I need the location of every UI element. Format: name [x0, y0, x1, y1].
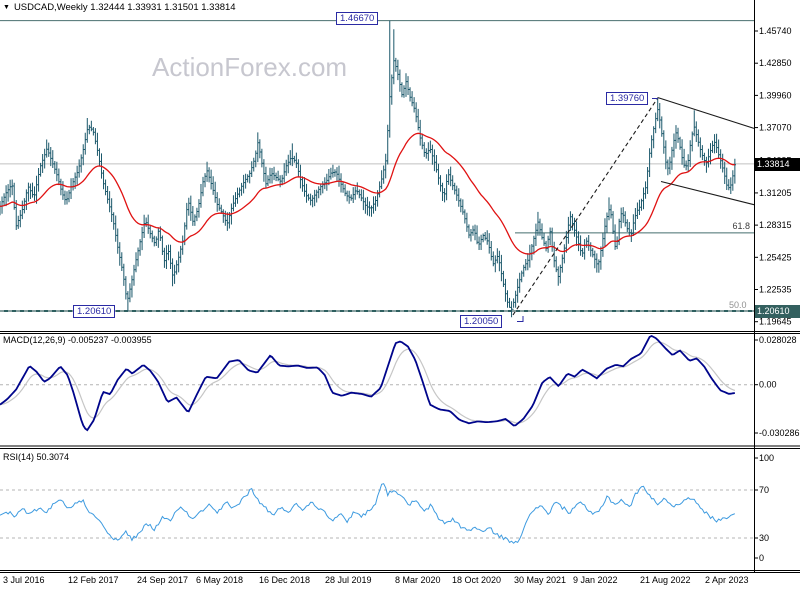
- annotation-level-2017-low[interactable]: 1.20610: [73, 305, 116, 318]
- rsi-axis-label: 100: [759, 453, 774, 463]
- price-axis-label: 1.22535: [759, 285, 792, 295]
- macd-axis-label: 0.00: [759, 380, 777, 390]
- date-axis-label: 18 Oct 2020: [452, 575, 501, 585]
- annotation-high-2022[interactable]: 1.39760: [606, 92, 649, 105]
- date-axis-label: 24 Sep 2017: [137, 575, 188, 585]
- macd-main-line: [0, 335, 735, 432]
- price-chart-canvas[interactable]: 1.457401.428501.399601.370701.340951.312…: [0, 0, 800, 600]
- price-axis-label: 1.19645: [759, 317, 792, 327]
- symbol-dropdown[interactable]: ▼ USDCAD,Weekly 1.32444 1.33931 1.31501 1…: [3, 2, 236, 13]
- annotation-high-2020[interactable]: 1.46670: [336, 12, 379, 25]
- date-axis-label: 30 May 2021: [514, 575, 566, 585]
- date-axis-label: 9 Jan 2022: [573, 575, 618, 585]
- price-axis-label: 1.37070: [759, 123, 792, 133]
- price-axis-label: 1.31205: [759, 188, 792, 198]
- price-axis-label: 1.39960: [759, 90, 792, 100]
- annotation-low-2021[interactable]: 1.20050: [460, 315, 503, 328]
- price-axis-label: 1.25425: [759, 252, 792, 262]
- rsi-axis-label: 0: [759, 553, 764, 563]
- date-axis-label: 3 Jul 2016: [3, 575, 45, 585]
- date-axis-label: 12 Feb 2017: [68, 575, 119, 585]
- date-axis-label: 28 Jul 2019: [325, 575, 372, 585]
- ohlc-bars: [0, 20, 736, 318]
- rsi-axis-label: 70: [759, 485, 769, 495]
- annotation-connector-12005: [517, 316, 524, 322]
- chart-window: 1.457401.428501.399601.370701.340951.312…: [0, 0, 800, 600]
- watermark: ActionForex.com: [152, 52, 348, 82]
- moving-average-line: [0, 132, 735, 255]
- price-axis-label: 1.45740: [759, 26, 792, 36]
- macd-indicator-header: MACD(12,26,9) -0.005237 -0.003955: [3, 335, 152, 345]
- macd-signal-line: [0, 341, 736, 424]
- macd-axis-label: 0.028028: [759, 335, 797, 345]
- date-axis-label: 6 May 2018: [196, 575, 243, 585]
- macd-axis-label: -0.030286: [759, 428, 800, 438]
- current-price-axis-box: 1.33814: [755, 158, 800, 171]
- date-axis-label: 2 Apr 2023: [705, 575, 749, 585]
- rsi-axis-label: 30: [759, 533, 769, 543]
- price-axis-label: 1.28315: [759, 220, 792, 230]
- channel-trendline-1: [657, 97, 755, 129]
- rsi-indicator-header: RSI(14) 50.3074: [3, 452, 70, 462]
- dropdown-triangle-icon: ▼: [3, 4, 10, 11]
- date-axis-label: 21 Aug 2022: [640, 575, 691, 585]
- date-axis-label: 16 Dec 2018: [259, 575, 310, 585]
- chart-title: USDCAD,Weekly 1.32444 1.33931 1.31501 1.…: [13, 2, 236, 13]
- price-axis-label: 1.42850: [759, 58, 792, 68]
- dashed-trendline: [512, 97, 659, 316]
- fib-level-500-label: 50.0: [729, 300, 747, 310]
- rsi-line: [0, 483, 736, 544]
- date-axis-label: 8 Mar 2020: [395, 575, 441, 585]
- level-price-axis-box: 1.20610: [755, 305, 800, 318]
- fib-level-618-label: 61.8: [732, 221, 750, 231]
- channel-trendline-2: [660, 180, 755, 206]
